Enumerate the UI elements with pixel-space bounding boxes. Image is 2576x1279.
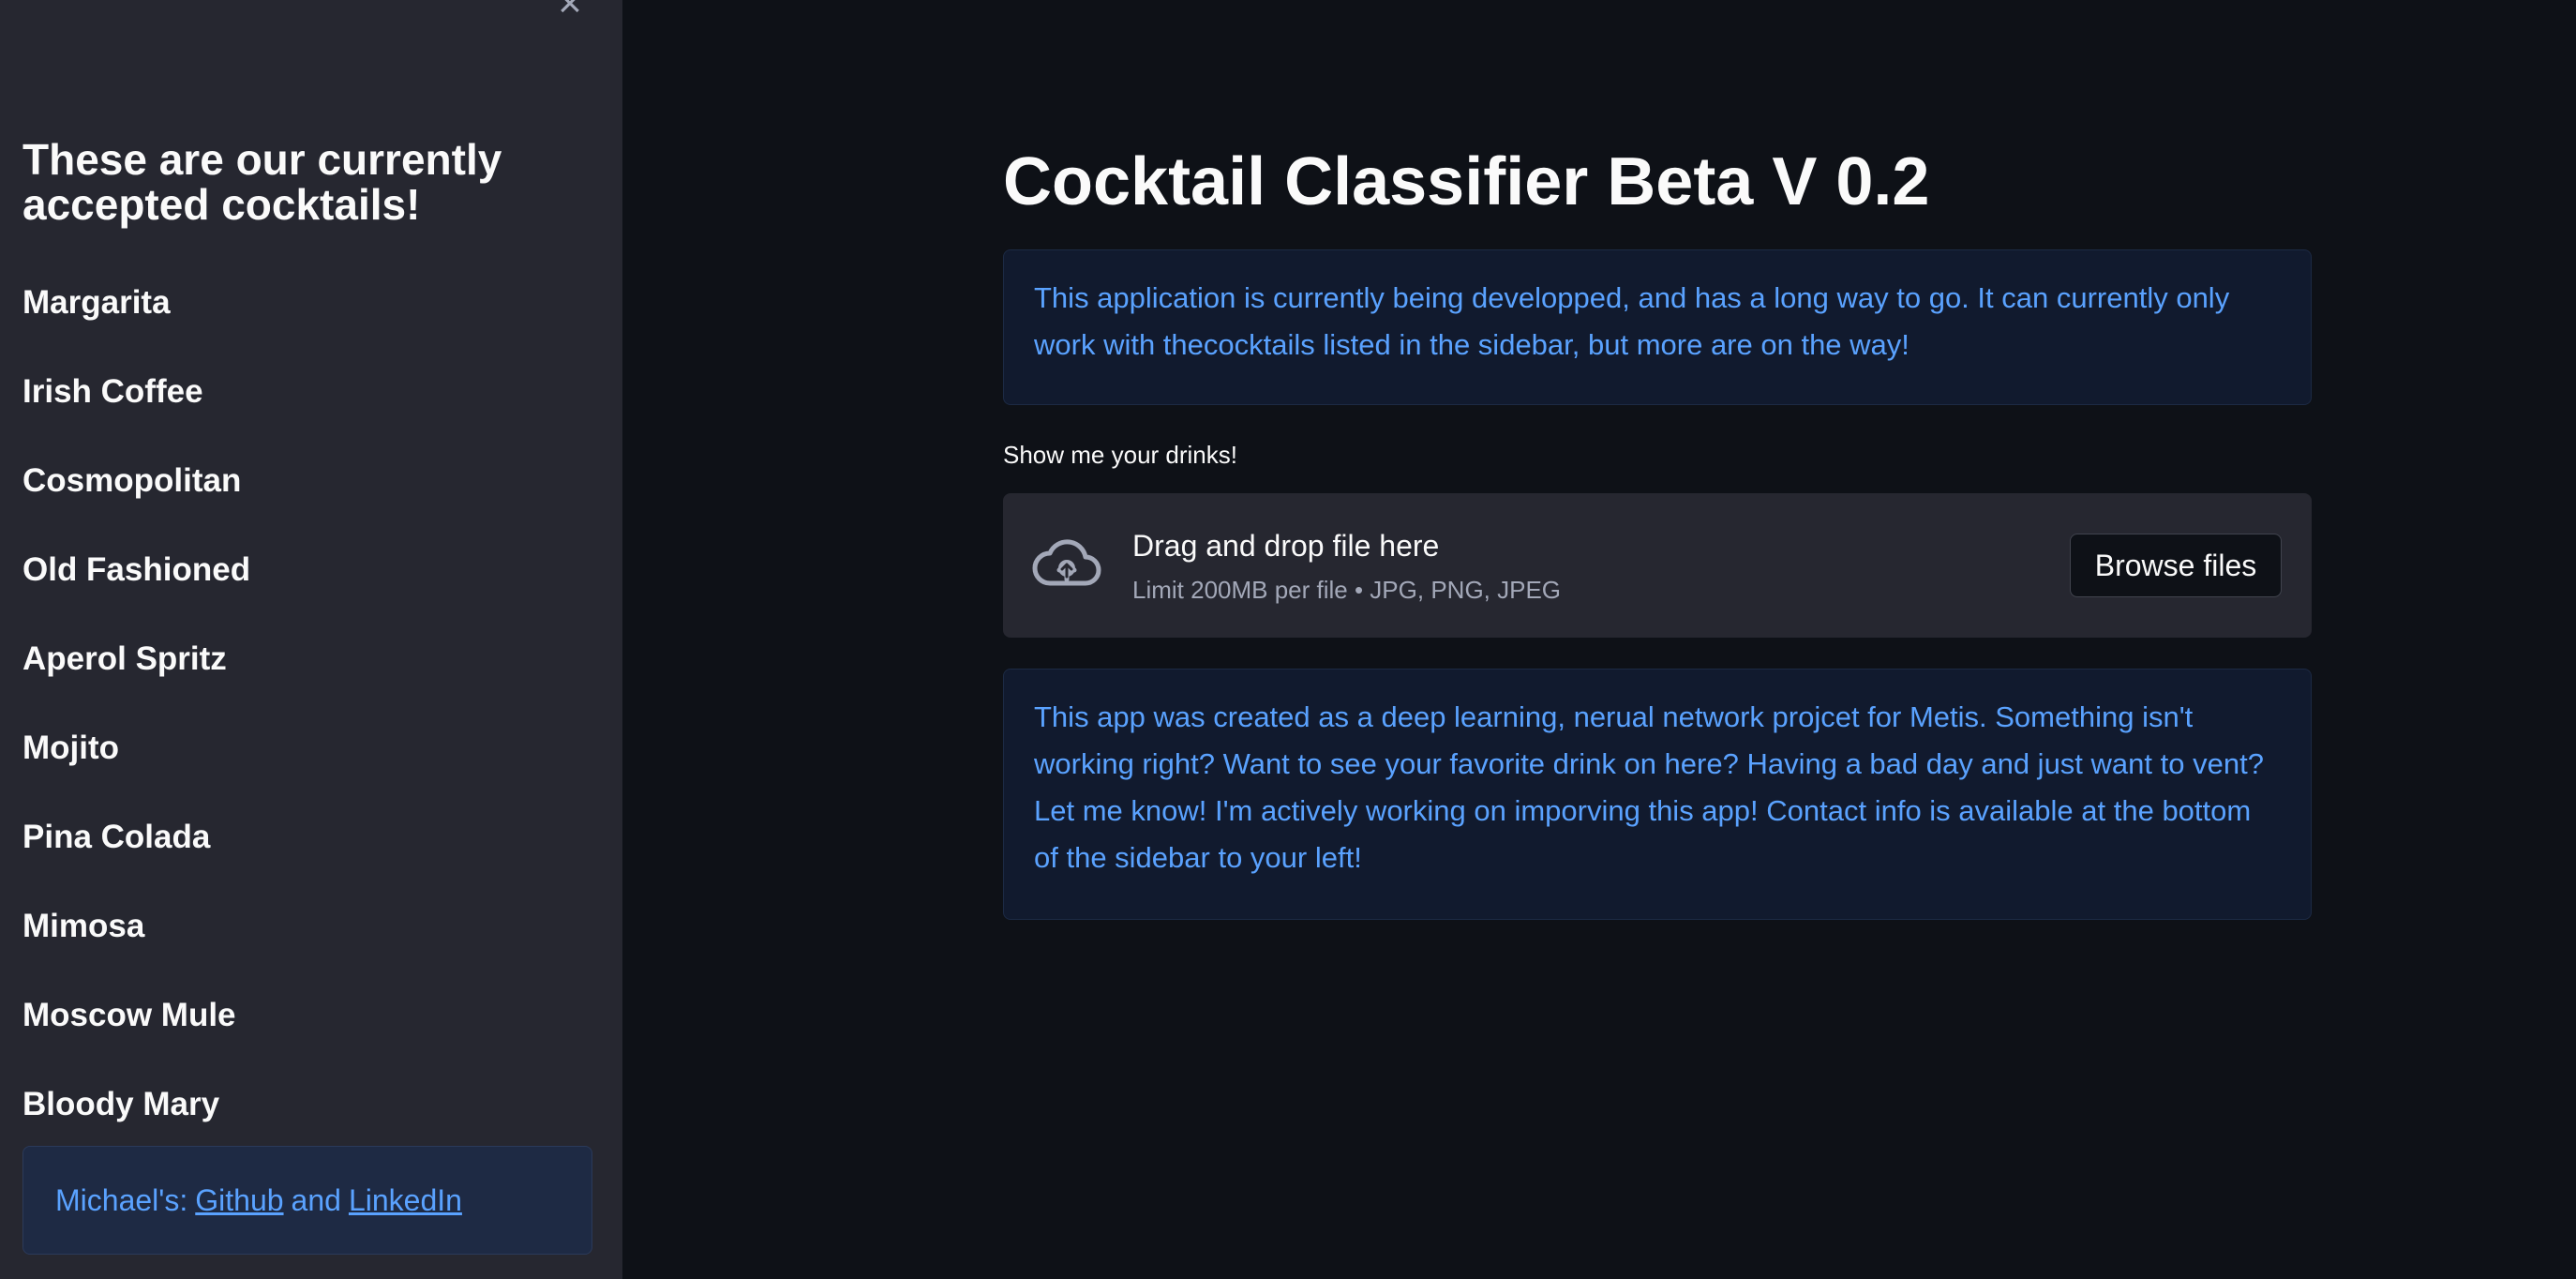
page-title: Cocktail Classifier Beta V 0.2 bbox=[1003, 144, 1930, 219]
cocktail-item: Cosmopolitan bbox=[22, 462, 242, 499]
cocktail-item: Pina Colada bbox=[22, 819, 211, 855]
app-root: × These are our currently accepted cockt… bbox=[0, 0, 2576, 1279]
sidebar-heading: These are our currently accepted cocktai… bbox=[22, 135, 502, 229]
cocktail-item: Moscow Mule bbox=[22, 997, 236, 1033]
file-uploader-dropzone[interactable]: Drag and drop file here Limit 200MB per … bbox=[1003, 493, 2312, 638]
cocktail-item: Mojito bbox=[22, 730, 120, 766]
cocktail-list: Margarita Irish Coffee Cosmopolitan Old … bbox=[22, 279, 585, 1170]
uploader-label: Show me your drinks! bbox=[1003, 441, 1237, 469]
github-link[interactable]: Github bbox=[195, 1183, 283, 1218]
cocktail-item: Margarita bbox=[22, 284, 171, 321]
drag-drop-text: Drag and drop file here bbox=[1132, 529, 1440, 563]
cloud-upload-icon bbox=[1032, 539, 1101, 586]
cocktail-item: Old Fashioned bbox=[22, 551, 251, 588]
sidebar: × These are our currently accepted cockt… bbox=[0, 0, 622, 1279]
info-alert-development: This application is currently being deve… bbox=[1003, 249, 2312, 405]
close-sidebar-icon[interactable]: × bbox=[553, 0, 587, 24]
cocktail-item: Mimosa bbox=[22, 908, 145, 944]
contact-prefix: Michael's: bbox=[55, 1182, 188, 1217]
cocktail-item: Aperol Spritz bbox=[22, 640, 227, 677]
contact-conjunction: and bbox=[291, 1182, 341, 1217]
browse-files-button[interactable]: Browse files bbox=[2070, 534, 2282, 597]
linkedin-link[interactable]: LinkedIn bbox=[349, 1183, 462, 1218]
file-limit-text: Limit 200MB per file • JPG, PNG, JPEG bbox=[1132, 576, 1562, 604]
info-alert-about: This app was created as a deep learning,… bbox=[1003, 669, 2312, 920]
cocktail-item: Irish Coffee bbox=[22, 373, 203, 410]
contact-info-box: Michael's: Github and LinkedIn bbox=[22, 1146, 592, 1255]
